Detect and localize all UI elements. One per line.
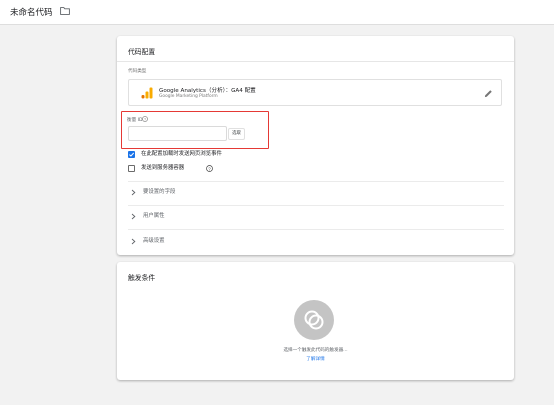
fields-to-set-label: 要设置的字段 — [143, 189, 176, 195]
chevron-right-icon — [131, 238, 136, 245]
divider — [128, 205, 504, 206]
measurement-id-highlight — [121, 111, 269, 149]
send-pageview-label: 在此配置加载时发送网页浏览事件 — [141, 151, 222, 157]
divider — [117, 61, 514, 62]
tag-configuration-header: 代码配置 — [128, 48, 156, 56]
help-icon[interactable]: ? — [206, 165, 213, 172]
server-container-label: 发送到服务器容器 — [141, 165, 185, 171]
pencil-icon[interactable] — [484, 89, 493, 98]
top-bar: 未命名代码 — [0, 0, 554, 25]
learn-more-link[interactable]: 了解详情 — [117, 356, 514, 362]
checkmark-icon — [129, 152, 135, 157]
user-properties-label: 用户属性 — [143, 213, 165, 219]
folder-icon[interactable] — [60, 7, 70, 15]
divider — [128, 181, 504, 182]
triggering-card[interactable]: 触发条件 选择一个触发此代码的触发器... 了解详情 — [117, 262, 514, 380]
tag-type-provider: Google Marketing Platform — [159, 94, 218, 99]
google-analytics-icon — [141, 87, 153, 99]
svg-text:?: ? — [208, 166, 211, 171]
tag-type-name: Google Analytics（分析）：GA4 配置 — [159, 88, 256, 94]
advanced-settings-label: 高级设置 — [143, 238, 165, 244]
send-pageview-checkbox[interactable] — [128, 151, 135, 158]
tag-type-selector[interactable]: Google Analytics（分析）：GA4 配置 Google Marke… — [128, 79, 502, 106]
tag-name-title[interactable]: 未命名代码 — [10, 6, 53, 18]
chevron-right-icon — [131, 189, 136, 196]
divider — [128, 229, 504, 230]
chevron-right-icon — [131, 213, 136, 220]
tag-type-label: 代码类型 — [128, 69, 147, 74]
trigger-hint-text: 选择一个触发此代码的触发器... — [283, 348, 348, 353]
trigger-placeholder-icon[interactable] — [293, 299, 335, 341]
server-container-checkbox[interactable] — [128, 165, 135, 172]
triggering-header: 触发条件 — [128, 274, 156, 282]
